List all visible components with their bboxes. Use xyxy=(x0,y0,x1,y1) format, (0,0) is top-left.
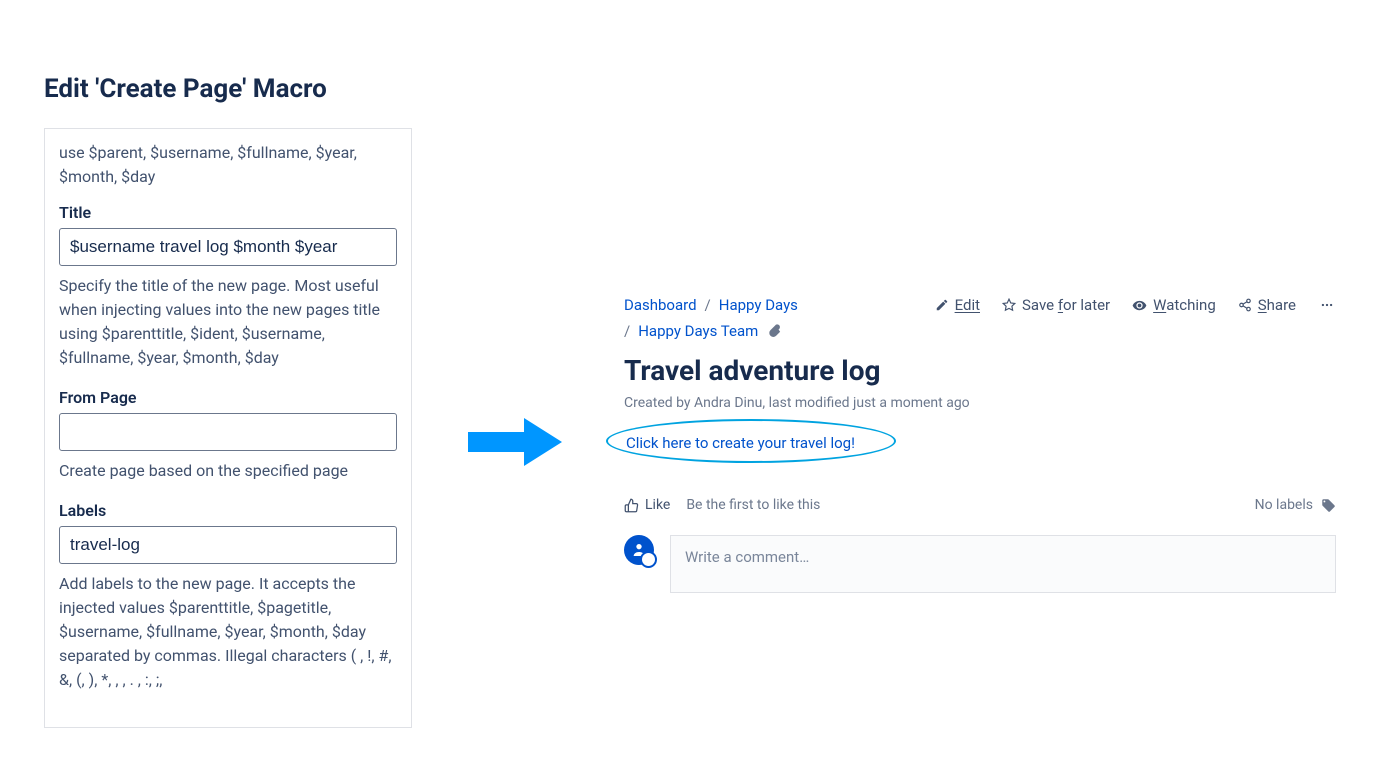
labels-field-label: Labels xyxy=(59,501,397,520)
page-preview: Dashboard / Happy Days Edit Save for lat… xyxy=(624,296,1336,593)
breadcrumb-team[interactable]: Happy Days Team xyxy=(638,322,758,340)
macro-edit-panel: use $parent, $username, $fullname, $year… xyxy=(44,128,412,728)
watching-button[interactable]: WatchingWatching xyxy=(1132,296,1216,314)
breadcrumb-space[interactable]: Happy Days xyxy=(719,296,798,314)
arrow-right-icon xyxy=(468,418,562,466)
macro-intro-hint: use $parent, $username, $fullname, $year… xyxy=(59,141,397,189)
labels-section[interactable]: No labels xyxy=(1255,497,1336,513)
edit-label: Edit xyxy=(955,296,980,314)
edit-button[interactable]: Edit xyxy=(935,296,980,314)
like-label: Like xyxy=(645,497,670,513)
avatar xyxy=(624,535,654,565)
breadcrumb-sep: / xyxy=(705,296,711,314)
comment-input[interactable]: Write a comment… xyxy=(670,535,1336,593)
share-label: ShareShare xyxy=(1258,296,1296,314)
create-travel-log-link[interactable]: Click here to create your travel log! xyxy=(624,434,855,452)
thumbs-up-icon xyxy=(624,498,639,513)
page-actions: Edit Save for laterSave for later Watchi… xyxy=(935,296,1336,314)
frompage-input[interactable] xyxy=(59,413,397,451)
title-desc: Specify the title of the new page. Most … xyxy=(59,274,397,370)
breadcrumb: Dashboard / Happy Days xyxy=(624,296,798,314)
tag-icon xyxy=(1321,498,1336,513)
title-input[interactable] xyxy=(59,228,397,266)
page-title: Travel adventure log xyxy=(624,354,1336,387)
labels-desc: Add labels to the new page. It accepts t… xyxy=(59,572,397,692)
ellipsis-icon xyxy=(1318,298,1336,312)
first-to-like: Be the first to like this xyxy=(686,497,820,513)
star-icon xyxy=(1002,298,1016,312)
macro-panel-title: Edit 'Create Page' Macro xyxy=(44,74,327,104)
save-later-label: Save for laterSave for later xyxy=(1022,296,1110,314)
eye-icon xyxy=(1132,298,1147,313)
breadcrumb-dashboard[interactable]: Dashboard xyxy=(624,296,697,314)
watching-label: WatchingWatching xyxy=(1153,296,1216,314)
breadcrumb-line2: / Happy Days Team xyxy=(624,322,1336,340)
page-meta: Created by Andra Dinu, last modified jus… xyxy=(624,395,1336,411)
no-labels-text: No labels xyxy=(1255,497,1313,513)
attachment-icon[interactable] xyxy=(766,323,782,339)
share-button[interactable]: ShareShare xyxy=(1238,296,1296,314)
frompage-desc: Create page based on the specified page xyxy=(59,459,397,483)
save-later-button[interactable]: Save for laterSave for later xyxy=(1002,296,1110,314)
breadcrumb-sep-2: / xyxy=(624,322,630,340)
labels-input[interactable] xyxy=(59,526,397,564)
pencil-icon xyxy=(935,298,949,312)
frompage-field-label: From Page xyxy=(59,388,397,407)
breadcrumb-and-actions: Dashboard / Happy Days Edit Save for lat… xyxy=(624,296,1336,314)
more-actions-button[interactable] xyxy=(1318,298,1336,312)
like-button[interactable]: Like xyxy=(624,497,670,513)
share-icon xyxy=(1238,298,1252,312)
person-icon xyxy=(631,541,647,559)
title-field-label: Title xyxy=(59,203,397,222)
